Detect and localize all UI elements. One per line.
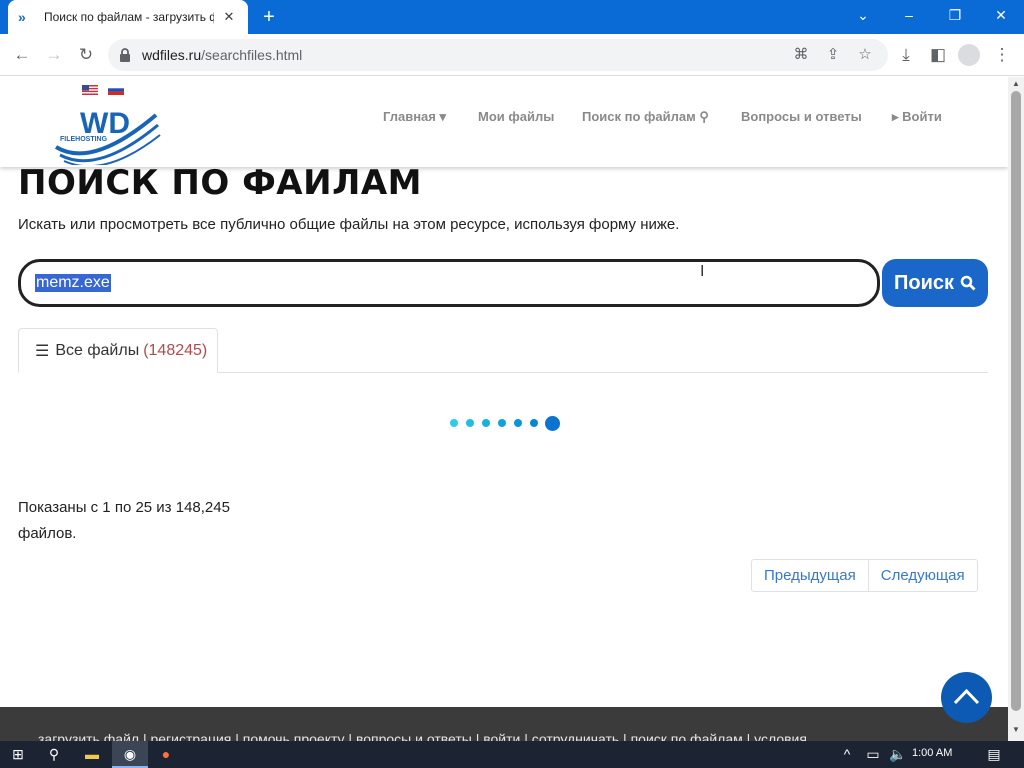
close-tab-icon[interactable]: ✕	[222, 10, 236, 24]
search-input-value: memz.exe	[35, 274, 111, 292]
search-button[interactable]: Поиск	[882, 259, 988, 307]
file-explorer-icon[interactable]: ▬	[74, 741, 110, 768]
search-icon[interactable]: ⚲	[36, 741, 72, 768]
side-panel-icon[interactable]: ◧	[926, 43, 950, 67]
browser-tab-active[interactable]: » Поиск по файлам - загрузить ф ✕	[8, 0, 248, 34]
search-icon: ⚲	[699, 109, 709, 124]
double-chevron-icon: »	[18, 9, 26, 25]
bookmark-star-icon[interactable]: ☆	[854, 44, 876, 66]
close-window-button[interactable]: ✕	[978, 0, 1024, 34]
tab-all-files[interactable]: ☰ Все файлы (148245)	[18, 328, 218, 373]
windows-taskbar: ⊞ ⚲ ▬ ◉ ● ^ ▭ 🔈 1:00 AM ▤	[0, 741, 1024, 768]
tray-chevron-up-icon[interactable]: ^	[834, 741, 860, 768]
nav-my-files[interactable]: Мои файлы	[478, 109, 554, 124]
spinner-dot	[514, 419, 522, 427]
spinner-dot	[482, 419, 490, 427]
svg-text:FILEHOSTING: FILEHOSTING	[60, 136, 108, 143]
search-input[interactable]: memz.exe	[18, 259, 880, 307]
page-scrollbar[interactable]: ▲ ▼	[1008, 77, 1024, 741]
restore-button[interactable]: ❐	[932, 0, 978, 34]
site-header: WD FILEHOSTING Главная ▾ Мои файлы Поиск…	[0, 77, 1008, 168]
spinner-dot	[498, 419, 506, 427]
nav-search[interactable]: Поиск по файлам ⚲	[582, 109, 709, 125]
scrollbar-thumb[interactable]	[1011, 91, 1021, 711]
wd-logo-graphic: WD FILEHOSTING	[54, 107, 161, 168]
chevron-up-icon	[953, 688, 980, 705]
caret-down-icon: ▾	[439, 109, 447, 124]
spinner-dot	[450, 419, 458, 427]
translate-icon[interactable]: ⌘	[790, 44, 812, 66]
network-icon[interactable]: ▭	[860, 741, 886, 768]
ru-flag-icon[interactable]	[108, 85, 124, 95]
forward-button[interactable]: →	[42, 43, 66, 67]
reload-button[interactable]: ↻	[74, 43, 98, 67]
address-bar[interactable]: wdfiles.ru/searchfiles.html ⌘ ⇪ ☆	[108, 39, 888, 71]
nav-login[interactable]: ▸ Войти	[892, 109, 942, 125]
url-text: wdfiles.ru/searchfiles.html	[142, 47, 303, 63]
nav-home[interactable]: Главная ▾	[383, 109, 446, 125]
back-button[interactable]: ←	[10, 43, 34, 67]
minimize-button[interactable]: –	[886, 0, 932, 34]
list-icon: ☰	[35, 342, 50, 360]
us-flag-icon[interactable]	[82, 85, 98, 95]
share-icon[interactable]: ⇪	[822, 44, 844, 66]
browser-tabstrip: » Поиск по файлам - загрузить ф ✕ + ⌄ – …	[0, 0, 1024, 34]
spinner-dot	[530, 419, 538, 427]
menu-kebab-icon[interactable]: ⋮	[990, 43, 1014, 67]
chrome-icon[interactable]: ◉	[112, 741, 148, 768]
caret-right-icon: ▸	[892, 109, 899, 124]
spinner-dot	[545, 416, 560, 431]
windows-start-icon[interactable]: ⊞	[0, 741, 36, 768]
firefox-icon[interactable]: ●	[148, 741, 184, 768]
page-title: ПОИСК ПО ФАЙЛАМ	[18, 163, 422, 203]
scroll-up-arrow-icon[interactable]: ▲	[1012, 79, 1020, 88]
text-cursor-icon: I	[700, 263, 705, 280]
notifications-icon[interactable]: ▤	[976, 741, 1012, 768]
profile-avatar[interactable]	[958, 44, 980, 66]
nav-faq[interactable]: Вопросы и ответы	[741, 109, 862, 124]
search-icon	[960, 275, 976, 291]
site-logo[interactable]: WD FILEHOSTING	[52, 99, 162, 168]
scroll-to-top-button[interactable]	[941, 672, 992, 723]
tab-search-chevron-icon[interactable]: ⌄	[840, 0, 886, 34]
scroll-down-arrow-icon[interactable]: ▼	[1012, 725, 1020, 734]
site-footer[interactable]: загрузить файл | регистрация | помочь пр…	[0, 707, 1008, 741]
tab-title: Поиск по файлам - загрузить ф	[44, 10, 214, 24]
files-count: (148245)	[143, 341, 208, 359]
next-page-button[interactable]: Следующая	[867, 560, 977, 591]
volume-muted-icon[interactable]: 🔈	[886, 741, 910, 768]
browser-toolbar: ← → ↻ wdfiles.ru/searchfiles.html ⌘ ⇪ ☆ …	[0, 34, 1024, 76]
prev-page-button[interactable]: Предыдущая	[752, 560, 868, 591]
web-page: WD FILEHOSTING Главная ▾ Мои файлы Поиск…	[0, 77, 1008, 741]
results-summary: Показаны с 1 по 25 из 148,245 файлов.	[18, 499, 230, 542]
new-tab-button[interactable]: +	[258, 6, 280, 28]
pagination: Предыдущая Следующая	[751, 559, 978, 592]
download-icon[interactable]: ⤓	[894, 43, 918, 67]
taskbar-clock[interactable]: 1:00 AM	[912, 747, 952, 759]
lock-icon	[120, 48, 130, 62]
spinner-dot	[466, 419, 474, 427]
page-subtitle: Искать или просмотреть все публично общи…	[18, 216, 680, 233]
